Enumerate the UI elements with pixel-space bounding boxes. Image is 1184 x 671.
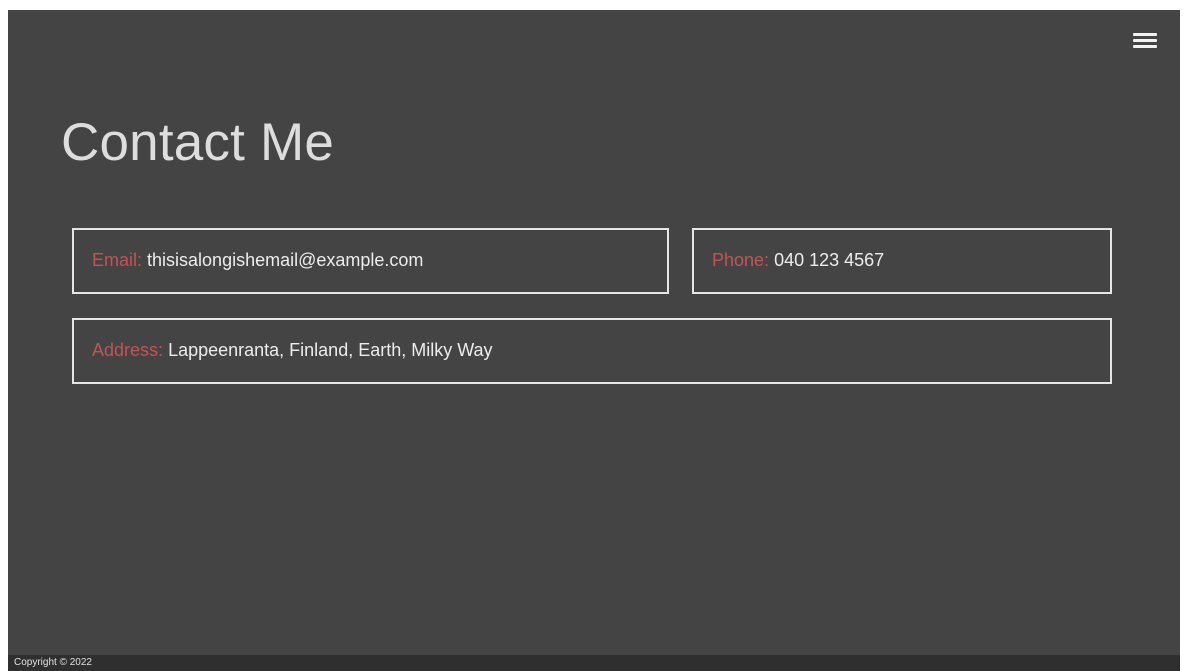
footer: Copyright © 2022 [8, 655, 1180, 671]
phone-value: 040 123 4567 [774, 250, 885, 270]
contact-page: Contact Me Email: thisisalongishemail@ex… [8, 10, 1180, 655]
email-value: thisisalongishemail@example.com [147, 250, 424, 270]
hamburger-menu-icon[interactable] [1130, 30, 1160, 52]
phone-label: Phone: [712, 250, 770, 270]
page-title: Contact Me [61, 113, 335, 172]
copyright-text: Copyright © 2022 [14, 657, 92, 668]
menu-line-middle [1133, 39, 1157, 42]
phone-card: Phone: 040 123 4567 [692, 228, 1112, 294]
address-value: Lappeenranta, Finland, Earth, Milky Way [168, 340, 493, 360]
email-card: Email: thisisalongishemail@example.com [72, 228, 669, 294]
email-label: Email: [92, 250, 143, 270]
menu-line-top [1133, 33, 1157, 36]
address-card: Address: Lappeenranta, Finland, Earth, M… [72, 318, 1112, 384]
address-label: Address: [92, 340, 164, 360]
menu-line-bottom [1133, 45, 1157, 48]
